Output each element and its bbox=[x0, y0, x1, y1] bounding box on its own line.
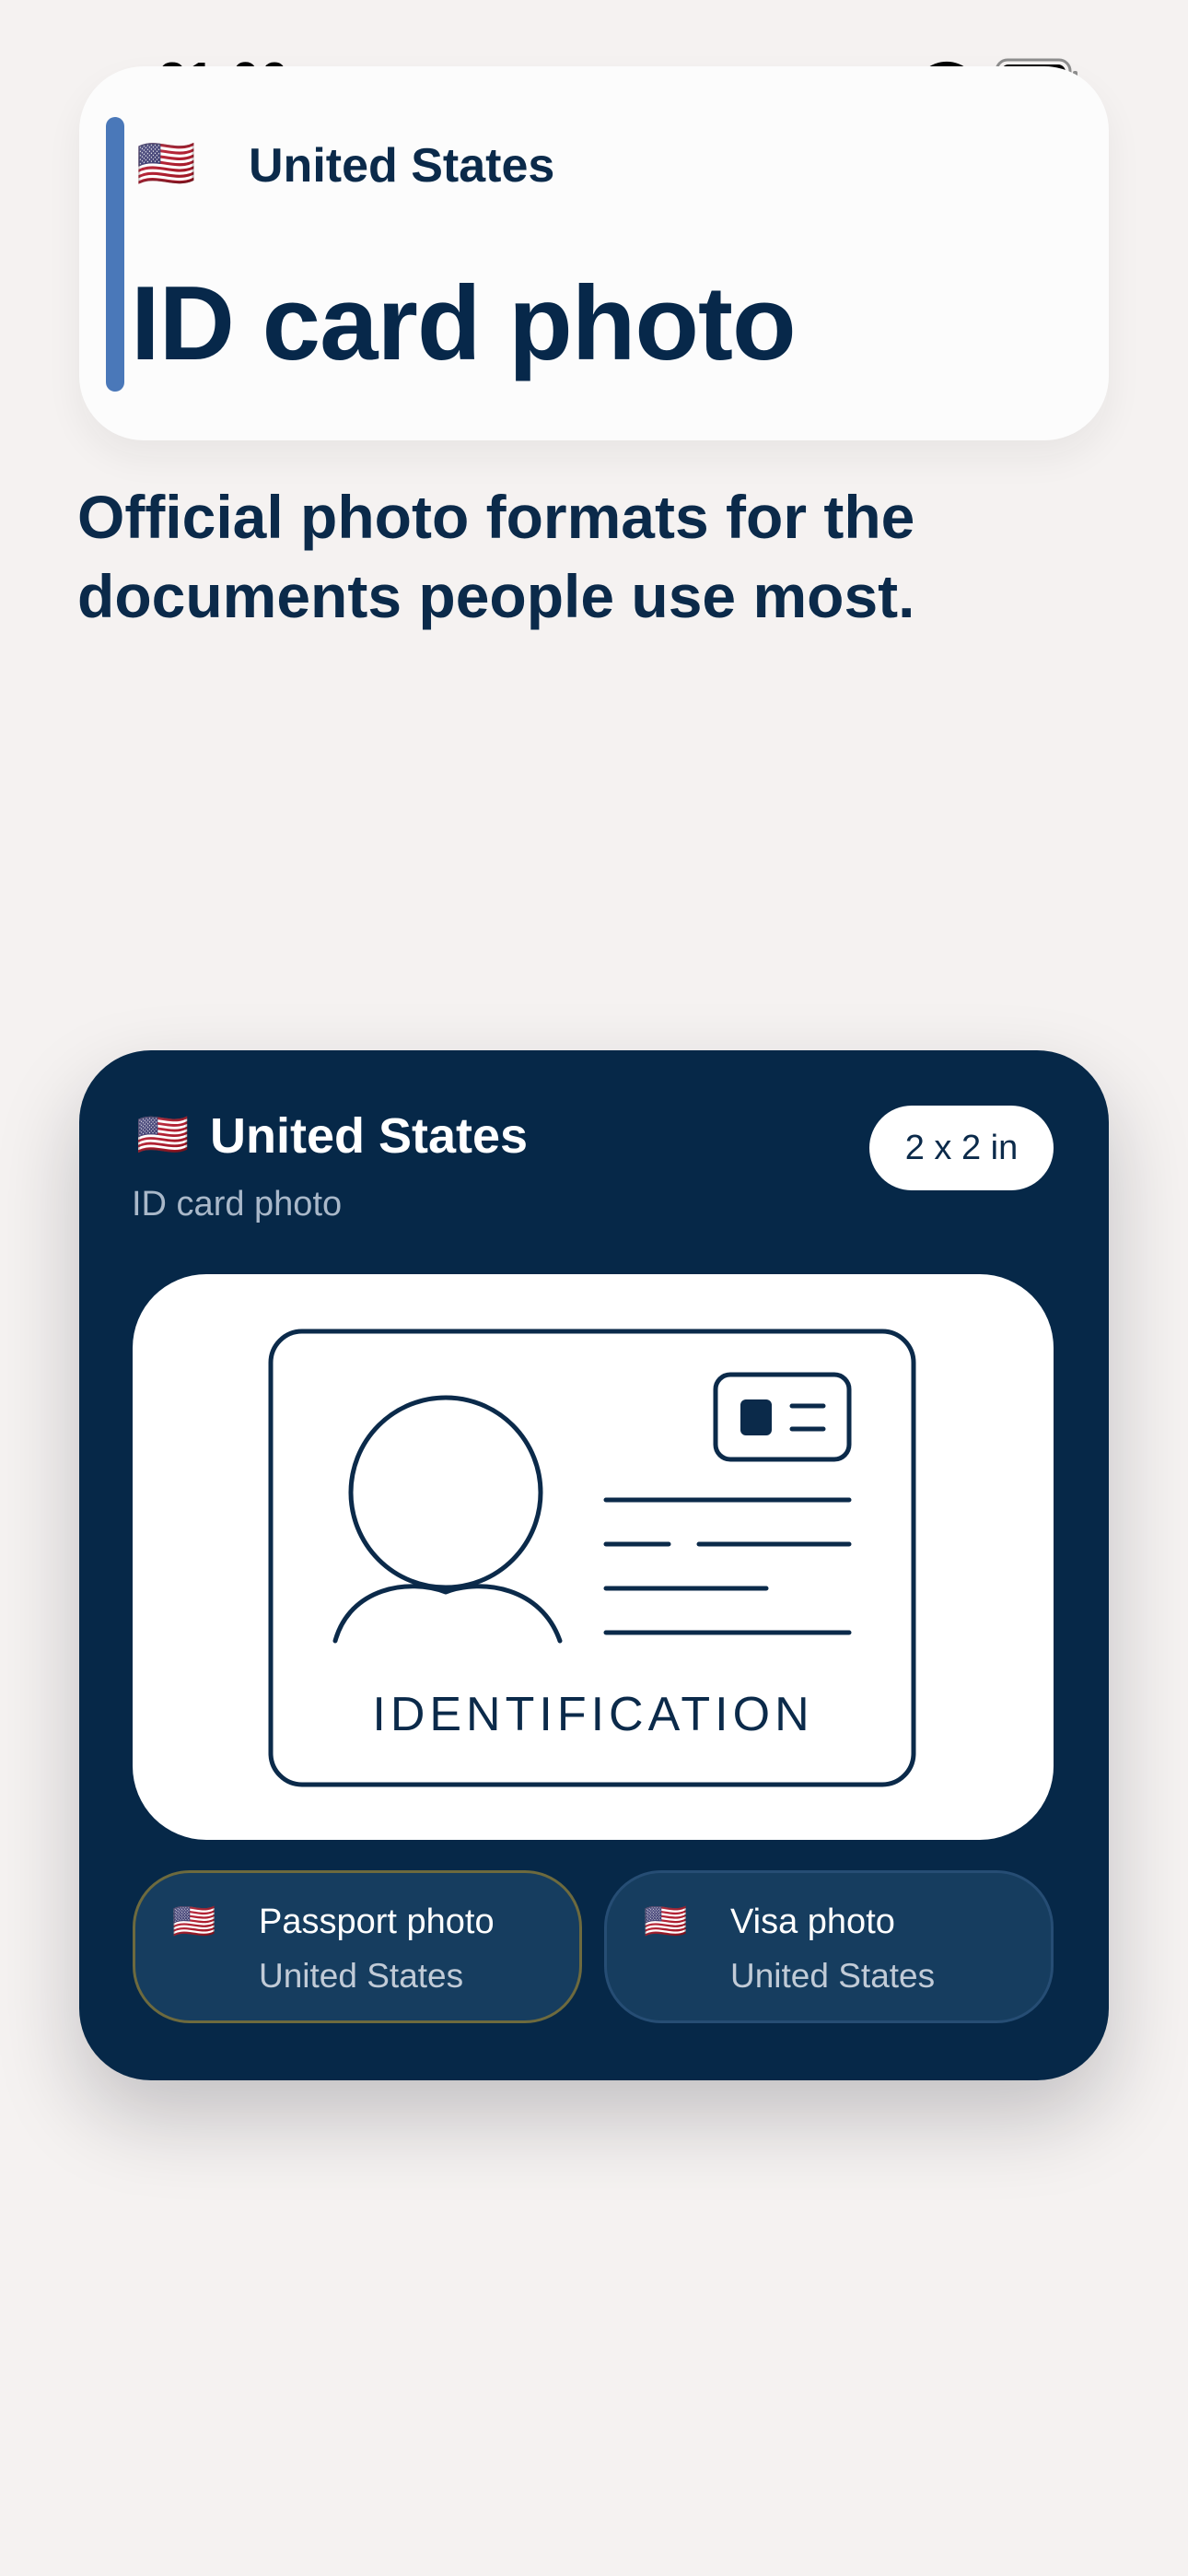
suggestion-title: Passport photo bbox=[259, 1903, 495, 1941]
visa-photo-button[interactable]: 🇺🇸 Visa photo United States bbox=[604, 1870, 1054, 2023]
us-flag-icon: 🇺🇸 bbox=[136, 137, 196, 191]
photo-format-card[interactable]: 🇺🇸 United States ID card photo 2 x 2 in … bbox=[79, 1050, 1109, 2080]
id-card-icon bbox=[268, 1329, 916, 1787]
identification-label: IDENTIFICATION bbox=[372, 1688, 814, 1741]
card-country: United States bbox=[210, 1108, 529, 1164]
id-card-illustration: IDENTIFICATION bbox=[133, 1274, 1054, 1840]
suggestion-title: Visa photo bbox=[730, 1903, 895, 1941]
passport-photo-button[interactable]: 🇺🇸 Passport photo United States bbox=[133, 1870, 582, 2023]
us-flag-icon: 🇺🇸 bbox=[644, 1903, 688, 1941]
us-flag-icon: 🇺🇸 bbox=[136, 1110, 190, 1158]
size-badge: 2 x 2 in bbox=[869, 1106, 1054, 1190]
header-card: 🇺🇸 United States ID card photo bbox=[79, 66, 1109, 440]
suggestion-country: United States bbox=[730, 1957, 936, 1995]
page-title: ID card photo bbox=[131, 265, 797, 382]
page-subtitle: Official photo formats for the documents… bbox=[77, 483, 915, 630]
header-country: United States bbox=[249, 139, 555, 193]
card-document-type: ID card photo bbox=[132, 1185, 343, 1224]
header-accent-bar bbox=[106, 117, 124, 392]
suggestion-country: United States bbox=[259, 1957, 464, 1995]
us-flag-icon: 🇺🇸 bbox=[172, 1903, 216, 1941]
